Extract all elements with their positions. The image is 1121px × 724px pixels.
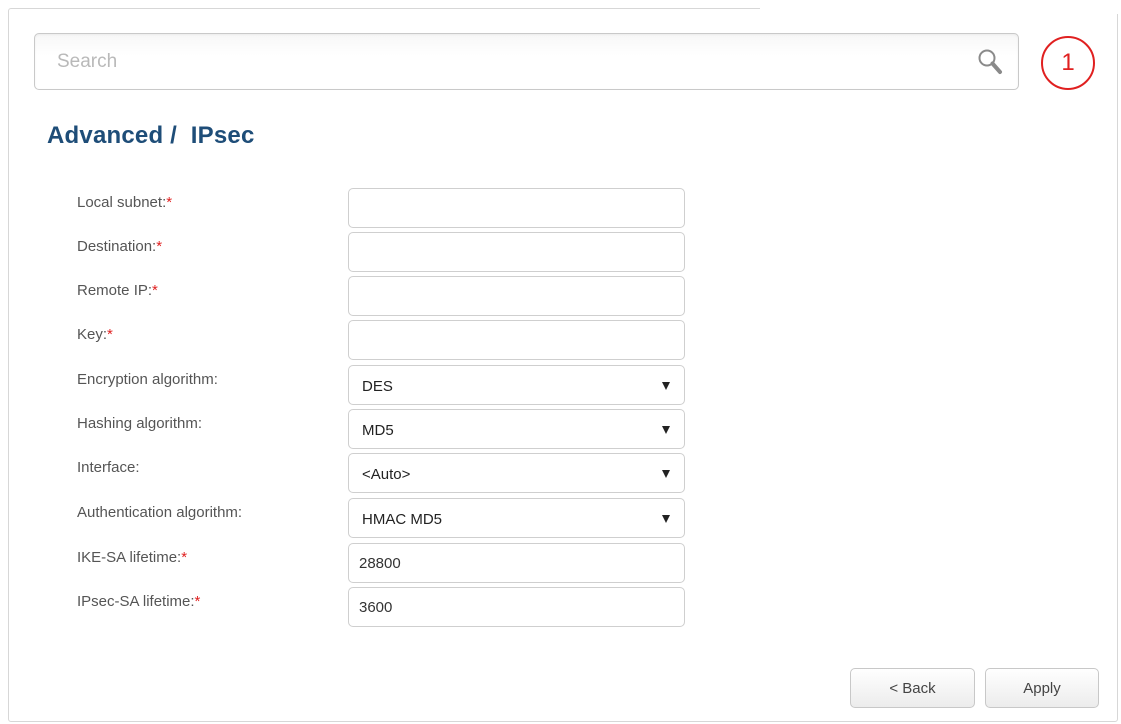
page-title: Advanced / IPsec — [47, 122, 255, 149]
hashing-algorithm-label: Hashing algorithm: — [77, 415, 203, 432]
form-row-ipsec-sa-lifetime: IPsec-SA lifetime:* — [0, 587, 700, 627]
form-row-destination: Destination:* — [0, 232, 700, 272]
authentication-algorithm-select[interactable]: HMAC MD5 — [348, 498, 685, 538]
required-marker: * — [166, 194, 173, 211]
key-label: Key:* — [77, 326, 113, 343]
form-row-encryption-algorithm: Encryption algorithm: DES — [0, 365, 700, 405]
interface-value: <Auto> — [362, 466, 411, 483]
interface-label: Interface: — [77, 459, 140, 476]
key-input[interactable] — [348, 320, 685, 360]
required-marker: * — [194, 593, 201, 610]
ike-sa-lifetime-label: IKE-SA lifetime:* — [77, 549, 188, 566]
form-row-key: Key:* — [0, 320, 700, 360]
dropdown-arrow-icon — [662, 382, 670, 390]
dropdown-arrow-icon — [662, 470, 670, 478]
required-marker: * — [107, 326, 113, 343]
local-subnet-input[interactable] — [348, 188, 685, 228]
notification-badge[interactable]: 1 — [1041, 36, 1095, 90]
back-button[interactable]: < Back — [850, 668, 975, 708]
search-bar — [34, 33, 1019, 90]
authentication-algorithm-label: Authentication algorithm: — [77, 504, 243, 521]
encryption-algorithm-value: DES — [362, 378, 393, 395]
remote-ip-label: Remote IP:* — [77, 282, 158, 299]
form-row-hashing-algorithm: Hashing algorithm: MD5 — [0, 409, 700, 449]
destination-label: Destination:* — [77, 238, 163, 255]
remote-ip-input[interactable] — [348, 276, 685, 316]
local-subnet-label: Local subnet:* — [77, 194, 173, 211]
destination-input[interactable] — [348, 232, 685, 272]
apply-button[interactable]: Apply — [985, 668, 1099, 708]
form-row-local-subnet: Local subnet:* — [0, 188, 700, 228]
form-row-interface: Interface: <Auto> — [0, 453, 700, 493]
ike-sa-lifetime-input[interactable] — [348, 543, 685, 583]
dropdown-arrow-icon — [662, 515, 670, 523]
hashing-algorithm-select[interactable]: MD5 — [348, 409, 685, 449]
encryption-algorithm-select[interactable]: DES — [348, 365, 685, 405]
form-row-authentication-algorithm: Authentication algorithm: HMAC MD5 — [0, 498, 700, 538]
interface-select[interactable]: <Auto> — [348, 453, 685, 493]
form-row-ike-sa-lifetime: IKE-SA lifetime:* — [0, 543, 700, 583]
required-marker: * — [156, 238, 163, 255]
authentication-algorithm-value: HMAC MD5 — [362, 511, 443, 528]
ipsec-sa-lifetime-input[interactable] — [348, 587, 685, 627]
ipsec-sa-lifetime-label: IPsec-SA lifetime:* — [77, 593, 201, 610]
hashing-algorithm-value: MD5 — [362, 422, 394, 439]
header-notch — [760, 0, 1121, 14]
dropdown-arrow-icon — [662, 426, 670, 434]
encryption-algorithm-label: Encryption algorithm: — [77, 371, 218, 388]
notification-count: 1 — [1061, 49, 1075, 76]
form-row-remote-ip: Remote IP:* — [0, 276, 700, 316]
search-icon[interactable] — [977, 48, 1003, 76]
required-marker: * — [181, 549, 188, 566]
search-input[interactable] — [35, 34, 935, 89]
required-marker: * — [152, 282, 158, 299]
